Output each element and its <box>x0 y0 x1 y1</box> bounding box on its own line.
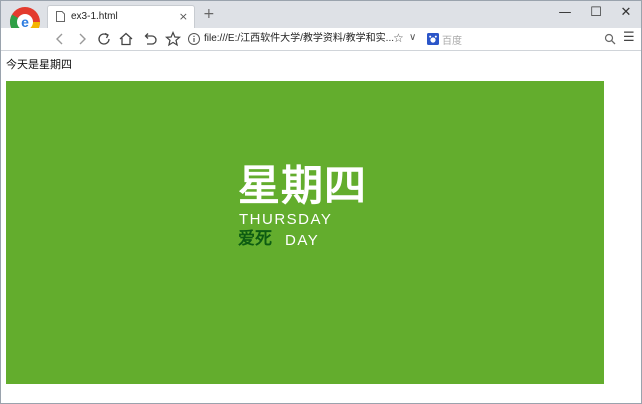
search-placeholder: 百度 <box>442 36 462 47</box>
back-icon[interactable] <box>51 30 69 48</box>
home-icon[interactable] <box>117 30 135 48</box>
bookmark-star-icon[interactable]: ☆ <box>393 31 404 45</box>
menu-icon[interactable]: ☰ <box>623 30 635 45</box>
new-tab-button[interactable]: + <box>203 6 215 22</box>
undo-icon[interactable] <box>141 30 159 48</box>
search-icon[interactable] <box>604 33 616 45</box>
tab-close-icon[interactable]: × <box>179 10 188 23</box>
address-dropdown-icon[interactable]: ∨ <box>409 32 416 43</box>
search-box[interactable]: 百度 <box>426 30 622 48</box>
forward-icon[interactable] <box>73 30 91 48</box>
banner-english-line: THURSDAY <box>239 211 333 228</box>
thursday-banner-image: 星期四 THURSDAY 爱死 DAY <box>6 81 604 384</box>
browser-window: e ex3-1.html × + — ☐ ✕ file:///E:/江西软件大学… <box>0 0 642 404</box>
title-bar: e ex3-1.html × + — ☐ ✕ <box>1 1 641 38</box>
banner-big-text: 星期四 <box>238 161 368 210</box>
banner-english-small: DAY <box>285 232 320 249</box>
document-icon <box>56 11 65 22</box>
toolbar: file:///E:/江西软件大学/教学资料/教学和实... ☆ ∨ 百度 ☰ <box>1 28 641 51</box>
page-content: 今天是星期四 星期四 THURSDAY 爱死 DAY <box>1 51 641 403</box>
favorite-star-icon[interactable] <box>164 30 182 48</box>
baidu-search-engine-icon <box>427 33 439 45</box>
minimize-button[interactable]: — <box>550 1 580 25</box>
banner-chinese-small: 爱死 <box>238 229 272 249</box>
tab-title: ex3-1.html <box>71 11 118 22</box>
tab-active[interactable]: ex3-1.html × <box>47 5 195 28</box>
close-window-button[interactable]: ✕ <box>611 1 641 25</box>
refresh-icon[interactable] <box>95 30 113 48</box>
info-icon[interactable] <box>187 32 201 46</box>
maximize-button[interactable]: ☐ <box>581 1 611 25</box>
page-caption: 今天是星期四 <box>6 58 72 71</box>
